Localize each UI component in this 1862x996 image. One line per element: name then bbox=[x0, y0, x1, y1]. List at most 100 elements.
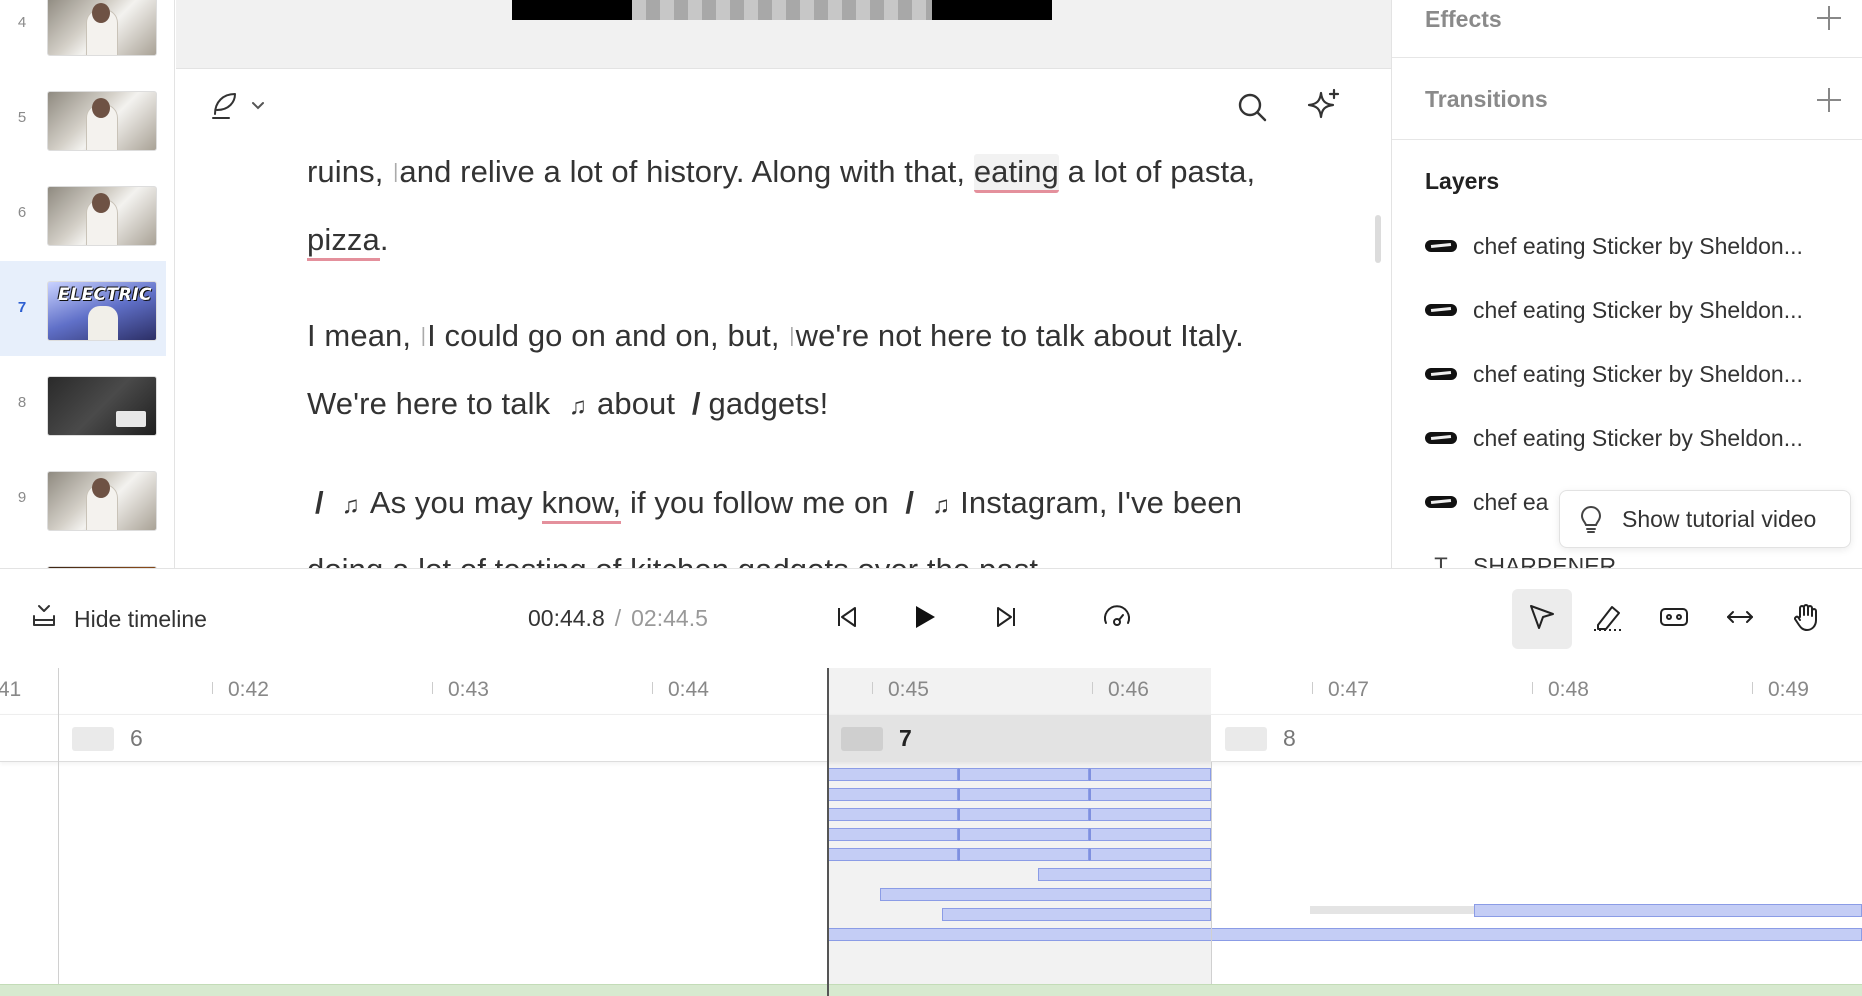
sticker-layer-clip[interactable] bbox=[1089, 848, 1211, 861]
sticker-layer-clip[interactable] bbox=[958, 788, 1089, 801]
stretch-tool-button[interactable] bbox=[1710, 589, 1770, 649]
quill-icon bbox=[207, 88, 241, 127]
layer-item[interactable]: chef eating Sticker by Sheldon... bbox=[1425, 418, 1855, 458]
layer-clip[interactable] bbox=[942, 908, 1211, 921]
scene-item[interactable] bbox=[0, 546, 166, 568]
scene-divider bbox=[58, 668, 59, 996]
music-note-icon[interactable]: ♫ bbox=[932, 492, 950, 519]
scene-item[interactable]: 4 bbox=[0, 0, 166, 71]
transcript-words[interactable]: gadgets! bbox=[709, 386, 829, 421]
layer-item[interactable]: T SHARPENER bbox=[1425, 546, 1855, 569]
ruler-tick bbox=[1532, 682, 1533, 694]
scene-item[interactable]: 9 bbox=[0, 451, 166, 546]
transcript-words[interactable]: and relive a lot of history. Along with … bbox=[399, 154, 973, 189]
cut-marker[interactable]: | bbox=[393, 161, 398, 183]
transcript-words[interactable]: about bbox=[597, 386, 684, 421]
transcript-text[interactable]: ruins, |and relive a lot of history. Alo… bbox=[307, 140, 1317, 568]
sticker-layer-clip[interactable] bbox=[827, 768, 958, 781]
transitions-title: Transitions bbox=[1425, 86, 1548, 112]
pause-marker[interactable]: / bbox=[315, 485, 324, 520]
scene-number: 8 bbox=[17, 394, 27, 411]
scene-item[interactable]: 6 bbox=[0, 166, 166, 261]
sticker-layer-clip[interactable] bbox=[827, 788, 958, 801]
search-icon bbox=[1236, 91, 1268, 128]
pause-marker[interactable]: / bbox=[692, 386, 701, 421]
playback-controls: Hide timeline 00:44.8 / 02:44.5 bbox=[0, 568, 1862, 668]
pen-tool-button[interactable] bbox=[206, 87, 266, 127]
music-note-icon[interactable]: ♫ bbox=[569, 393, 587, 420]
sticker-layer-clip[interactable] bbox=[1089, 788, 1211, 801]
hide-timeline-button[interactable]: Hide timeline bbox=[30, 601, 207, 637]
layer-clip[interactable] bbox=[1038, 868, 1211, 881]
transcript-words[interactable]: As you may bbox=[370, 485, 542, 520]
flagged-word[interactable]: know, bbox=[541, 485, 622, 524]
layer-item[interactable]: chef eating Sticker by Sheldon... bbox=[1425, 226, 1855, 266]
sticker-layer-clip[interactable] bbox=[827, 828, 958, 841]
eraser-tool-button[interactable] bbox=[1578, 589, 1638, 649]
layer-label: chef ea bbox=[1473, 488, 1549, 515]
playhead[interactable] bbox=[827, 668, 829, 996]
flagged-word[interactable]: eating bbox=[973, 154, 1059, 193]
sticker-layer-clip[interactable] bbox=[958, 808, 1089, 821]
time-ruler[interactable]: :41 0:42 0:43 0:44 0:45 0:46 0:47 0:48 0:49 bbox=[0, 668, 1862, 714]
sticker-layer-clip[interactable] bbox=[958, 828, 1089, 841]
layer-item[interactable]: chef eating Sticker by Sheldon... bbox=[1425, 354, 1855, 394]
layer-clip[interactable] bbox=[880, 888, 1211, 901]
scene-item[interactable]: 8 bbox=[0, 356, 166, 451]
layer-item[interactable]: chef eating Sticker by Sheldon... bbox=[1425, 290, 1855, 330]
sticker-layer-clip[interactable] bbox=[1089, 808, 1211, 821]
timeline-scene-block[interactable]: 6 bbox=[58, 715, 827, 762]
video-frame[interactable] bbox=[512, 0, 1052, 20]
ai-sparkle-button[interactable] bbox=[1302, 85, 1346, 129]
pause-marker[interactable]: / bbox=[905, 485, 914, 520]
scene-item[interactable]: 7 ELECTRIC bbox=[0, 261, 166, 356]
timeline-scene-block[interactable]: 8 bbox=[1211, 715, 1862, 762]
ruler-label: :41 bbox=[0, 678, 22, 701]
add-effect-icon[interactable] bbox=[1817, 6, 1841, 30]
transcript-words[interactable]: ruins, bbox=[307, 154, 392, 189]
transcript-words[interactable]: . bbox=[380, 222, 389, 257]
time-separator: / bbox=[614, 605, 622, 631]
layer-clip[interactable] bbox=[827, 928, 1862, 941]
horizontal-arrows-icon bbox=[1724, 601, 1756, 638]
properties-panel: Effects Transitions Layers chef eating S… bbox=[1391, 0, 1862, 568]
transcript-words[interactable]: a lot of pasta, bbox=[1059, 154, 1256, 189]
skip-forward-icon bbox=[993, 604, 1019, 635]
sticker-thumbnail-icon bbox=[1425, 432, 1457, 444]
music-note-icon[interactable]: ♫ bbox=[342, 492, 360, 519]
transcript-words[interactable]: if you follow me on bbox=[621, 485, 897, 520]
show-tutorial-video-button[interactable]: Show tutorial video bbox=[1559, 490, 1851, 548]
layer-label: chef eating Sticker by Sheldon... bbox=[1473, 232, 1803, 259]
sticker-layer-clip[interactable] bbox=[827, 808, 958, 821]
audio-track[interactable] bbox=[0, 984, 1862, 996]
sticker-layer-clip[interactable] bbox=[827, 848, 958, 861]
transcript-words[interactable]: I mean, bbox=[307, 318, 420, 353]
trim-tool-button[interactable] bbox=[1644, 589, 1704, 649]
sticker-layer-clip[interactable] bbox=[958, 768, 1089, 781]
select-tool-button[interactable] bbox=[1512, 589, 1572, 649]
layer-clip[interactable] bbox=[1474, 904, 1862, 917]
add-transition-icon[interactable] bbox=[1817, 88, 1841, 112]
transcript-paragraph[interactable]: ruins, |and relive a lot of history. Alo… bbox=[307, 140, 1317, 272]
play-button[interactable] bbox=[894, 589, 954, 649]
transcript-paragraph[interactable]: / ♫ As you may know, if you follow me on /… bbox=[307, 471, 1317, 568]
cut-marker[interactable]: | bbox=[421, 325, 426, 347]
transcript-paragraph[interactable]: I mean, |I could go on and on, but, |we'… bbox=[307, 304, 1317, 439]
skip-back-button[interactable] bbox=[817, 589, 877, 649]
cut-marker[interactable]: | bbox=[789, 325, 794, 347]
scene-item[interactable]: 5 bbox=[0, 71, 166, 166]
transcript-scrollbar[interactable] bbox=[1375, 215, 1381, 263]
transitions-section[interactable]: Transitions bbox=[1392, 58, 1862, 140]
sticker-layer-clip[interactable] bbox=[958, 848, 1089, 861]
timeline[interactable]: :41 0:42 0:43 0:44 0:45 0:46 0:47 0:48 0:49 6 7 8 bbox=[0, 668, 1862, 996]
hand-tool-button[interactable] bbox=[1776, 589, 1836, 649]
search-button[interactable] bbox=[1230, 87, 1274, 131]
sticker-layer-clip[interactable] bbox=[1089, 768, 1211, 781]
flagged-word[interactable]: pizza bbox=[307, 222, 380, 261]
effects-section[interactable]: Effects bbox=[1392, 0, 1862, 58]
playback-speed-button[interactable] bbox=[1087, 589, 1147, 649]
transcript-words[interactable]: I could go on and on, but, bbox=[427, 318, 788, 353]
skip-forward-button[interactable] bbox=[976, 589, 1036, 649]
sticker-layer-clip[interactable] bbox=[1089, 828, 1211, 841]
timeline-scene-block[interactable]: 7 bbox=[827, 715, 1211, 762]
